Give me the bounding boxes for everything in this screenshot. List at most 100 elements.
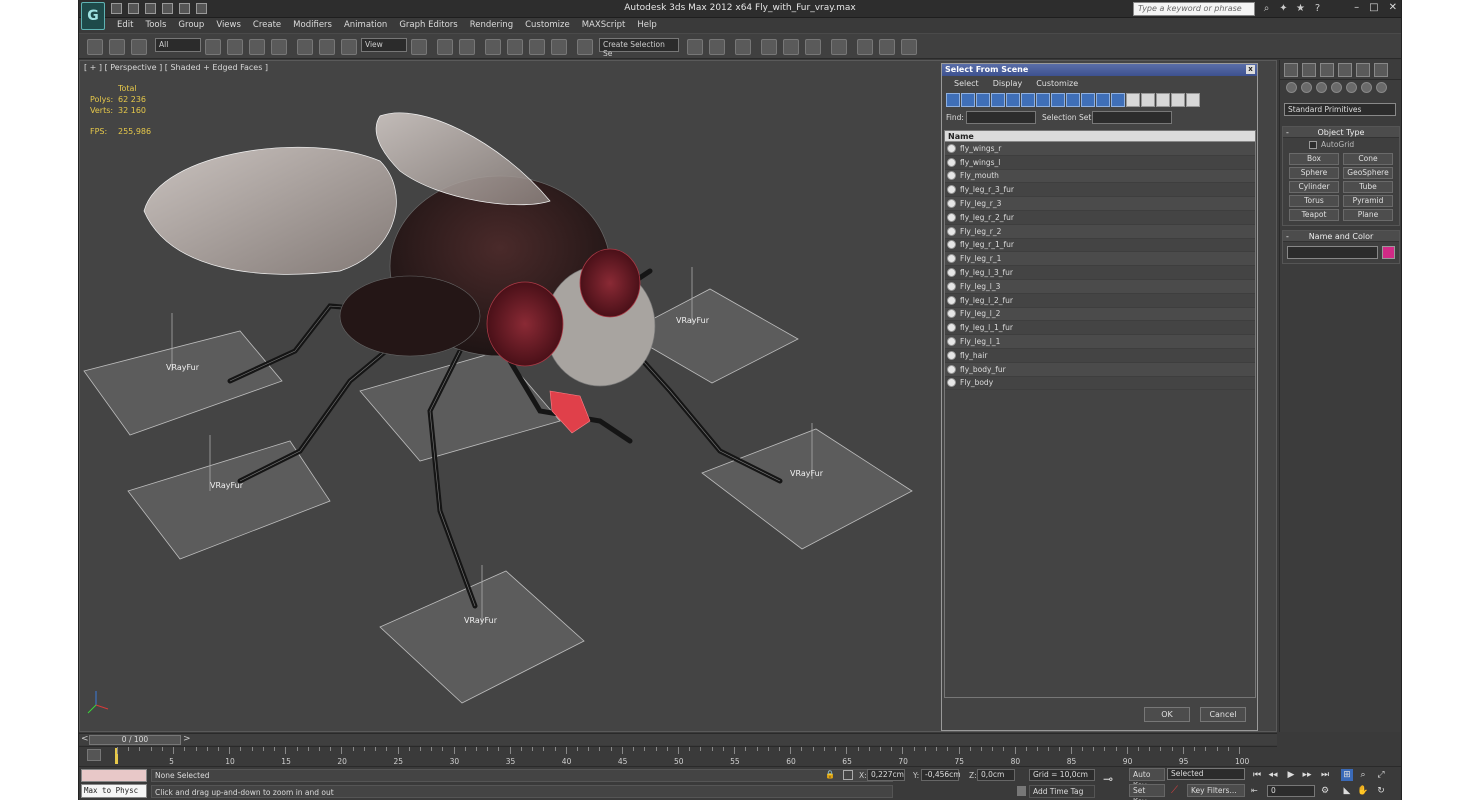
snaps-toggle-icon[interactable] [485, 39, 501, 55]
menu-modifiers[interactable]: Modifiers [287, 18, 338, 33]
cone-button[interactable]: Cone [1343, 153, 1393, 165]
menu-customize[interactable]: Customize [519, 18, 576, 33]
menu-tools[interactable]: Tools [139, 18, 172, 33]
list-item[interactable]: fly_leg_r_2_fur [945, 211, 1255, 225]
display-tab-icon[interactable] [1356, 63, 1370, 77]
list-item[interactable]: fly_leg_l_2_fur [945, 294, 1255, 308]
display-helpers-icon[interactable] [1006, 93, 1020, 107]
display-all-icon[interactable] [1126, 93, 1140, 107]
graphite-ribbon-icon[interactable] [761, 39, 777, 55]
bind-space-warp-icon[interactable] [131, 39, 147, 55]
zoom-extents-all-icon[interactable]: ⊞ [1341, 769, 1353, 781]
vrayfur-plane[interactable] [83, 313, 283, 436]
helpers-icon[interactable] [1346, 82, 1357, 93]
absolute-mode-icon[interactable] [843, 770, 853, 780]
menu-graph-editors[interactable]: Graph Editors [393, 18, 463, 33]
create-tab-icon[interactable] [1284, 63, 1298, 77]
display-geometry-icon[interactable] [946, 93, 960, 107]
go-to-end-icon[interactable]: ⏭ [1319, 769, 1331, 781]
track-bar[interactable]: 5 10 15 20 25 30 35 40 45 50 55 60 65 70 75 80 85 90 95 100 [79, 746, 1277, 766]
shapes-icon[interactable] [1301, 82, 1312, 93]
menu-animation[interactable]: Animation [338, 18, 393, 33]
keyboard-shortcut-icon[interactable] [459, 39, 475, 55]
dialog-menu-customize[interactable]: Customize [1036, 79, 1078, 88]
list-item[interactable]: fly_leg_l_1_fur [945, 321, 1255, 336]
teapot-button[interactable]: Teapot [1289, 209, 1339, 221]
auto-key-button[interactable]: Auto Key [1129, 768, 1165, 790]
lock-icon[interactable]: 🔒 [825, 770, 835, 780]
menu-maxscript[interactable]: MAXScript [576, 18, 632, 33]
curve-editor-icon[interactable] [783, 39, 799, 55]
box-button[interactable]: Box [1289, 153, 1339, 165]
list-item[interactable]: fly_hair [945, 349, 1255, 363]
key-mode-toggle-icon[interactable]: ⇤ [1251, 786, 1261, 796]
geosphere-button[interactable]: GeoSphere [1343, 167, 1393, 179]
render-production-icon[interactable] [901, 39, 917, 55]
window-crossing-icon[interactable] [271, 39, 287, 55]
list-item[interactable]: Fly_body [945, 377, 1255, 391]
named-selection-dropdown[interactable]: Create Selection Se [599, 38, 679, 58]
prev-frame-arrow[interactable]: < [81, 734, 89, 744]
list-item[interactable]: fly_leg_r_3_fur [945, 183, 1255, 198]
plane-button[interactable]: Plane [1343, 209, 1393, 221]
cameras-icon[interactable] [1331, 82, 1342, 93]
display-containers-icon[interactable] [1081, 93, 1095, 107]
cancel-button[interactable]: Cancel [1200, 707, 1246, 722]
list-item[interactable]: Fly_leg_l_3 [945, 279, 1255, 294]
display-lights-icon[interactable] [976, 93, 990, 107]
display-invert-icon[interactable] [1156, 93, 1170, 107]
rendered-frame-window-icon[interactable] [879, 39, 895, 55]
pan-view-icon[interactable]: ✋ [1357, 785, 1369, 797]
menu-rendering[interactable]: Rendering [464, 18, 519, 33]
play-icon[interactable]: ▶ [1285, 769, 1297, 781]
maximize-viewport-icon[interactable]: ⤢ [1375, 769, 1387, 781]
display-shapes-icon[interactable] [961, 93, 975, 107]
list-item[interactable]: fly_body_fur [945, 362, 1255, 377]
autogrid-checkbox[interactable] [1309, 140, 1317, 149]
object-color-swatch[interactable] [1382, 246, 1395, 259]
display-hidden-icon[interactable] [1111, 93, 1125, 107]
z-coordinate-field[interactable]: 0,0cm [977, 769, 1015, 781]
select-object-icon[interactable] [205, 39, 221, 55]
dialog-menu-select[interactable]: Select [954, 79, 979, 88]
percent-snap-icon[interactable] [529, 39, 545, 55]
communication-icon[interactable]: ★ [1295, 3, 1306, 14]
time-tag-icon[interactable] [1017, 786, 1026, 796]
maximize-icon[interactable]: □ [1369, 2, 1378, 13]
scale-icon[interactable] [341, 39, 357, 55]
next-frame-icon[interactable]: ▸▸ [1301, 769, 1313, 781]
render-setup-icon[interactable] [857, 39, 873, 55]
filter-icon[interactable] [1171, 93, 1185, 107]
zoom-icon[interactable]: ⌕ [1357, 769, 1369, 781]
pyramid-button[interactable]: Pyramid [1343, 195, 1393, 207]
hierarchy-icon[interactable] [1186, 93, 1200, 107]
dialog-menu-display[interactable]: Display [993, 79, 1023, 88]
time-config-icon[interactable]: ⚙ [1319, 785, 1331, 797]
selection-set-dropdown[interactable] [1092, 111, 1172, 124]
geometry-icon[interactable] [1286, 82, 1297, 93]
app-logo-icon[interactable]: G [81, 2, 105, 30]
list-item[interactable]: Fly_leg_l_2 [945, 307, 1255, 322]
vrayfur-plane[interactable] [701, 423, 913, 550]
add-time-tag-button[interactable]: Add Time Tag [1029, 785, 1095, 798]
help-icon[interactable]: ? [1312, 3, 1323, 14]
dialog-close-icon[interactable]: x [1246, 65, 1255, 74]
key-icon[interactable]: ⟋ [1171, 785, 1185, 797]
go-to-start-icon[interactable]: ⏮ [1251, 769, 1263, 781]
cylinder-button[interactable]: Cylinder [1289, 181, 1339, 193]
list-item[interactable]: Fly_leg_l_1 [945, 335, 1255, 349]
minimize-icon[interactable]: – [1354, 2, 1359, 13]
utilities-tab-icon[interactable] [1374, 63, 1388, 77]
previous-frame-icon[interactable]: ◂◂ [1267, 769, 1279, 781]
sphere-button[interactable]: Sphere [1289, 167, 1339, 179]
list-item[interactable]: fly_leg_l_3_fur [945, 266, 1255, 280]
modify-tab-icon[interactable] [1302, 63, 1316, 77]
motion-tab-icon[interactable] [1338, 63, 1352, 77]
ok-button[interactable]: OK [1144, 707, 1190, 722]
display-cameras-icon[interactable] [991, 93, 1005, 107]
close-icon[interactable]: ✕ [1389, 2, 1397, 13]
find-input[interactable] [966, 111, 1036, 124]
align-icon[interactable] [709, 39, 725, 55]
rollout-header[interactable]: - Name and Color [1283, 231, 1399, 242]
search-input[interactable]: Type a keyword or phrase [1133, 2, 1255, 16]
